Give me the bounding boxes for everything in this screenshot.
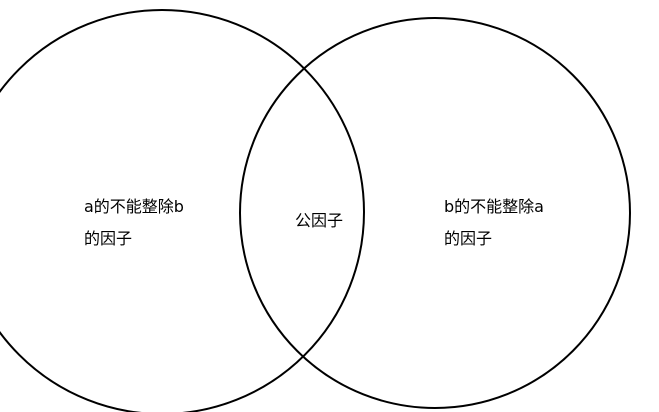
right-only-region-label: b的不能整除a 的因子 [444,191,544,255]
left-only-region-label: a的不能整除b 的因子 [84,191,184,255]
right-only-label-line-2: 的因子 [444,229,493,248]
intersection-region-label: 公因子 [295,205,343,237]
right-only-label-line-1: b的不能整除a [444,197,544,216]
intersection-label-text: 公因子 [295,211,344,230]
left-only-label-line-1: a的不能整除b [84,197,184,216]
left-only-label-line-2: 的因子 [84,229,133,248]
